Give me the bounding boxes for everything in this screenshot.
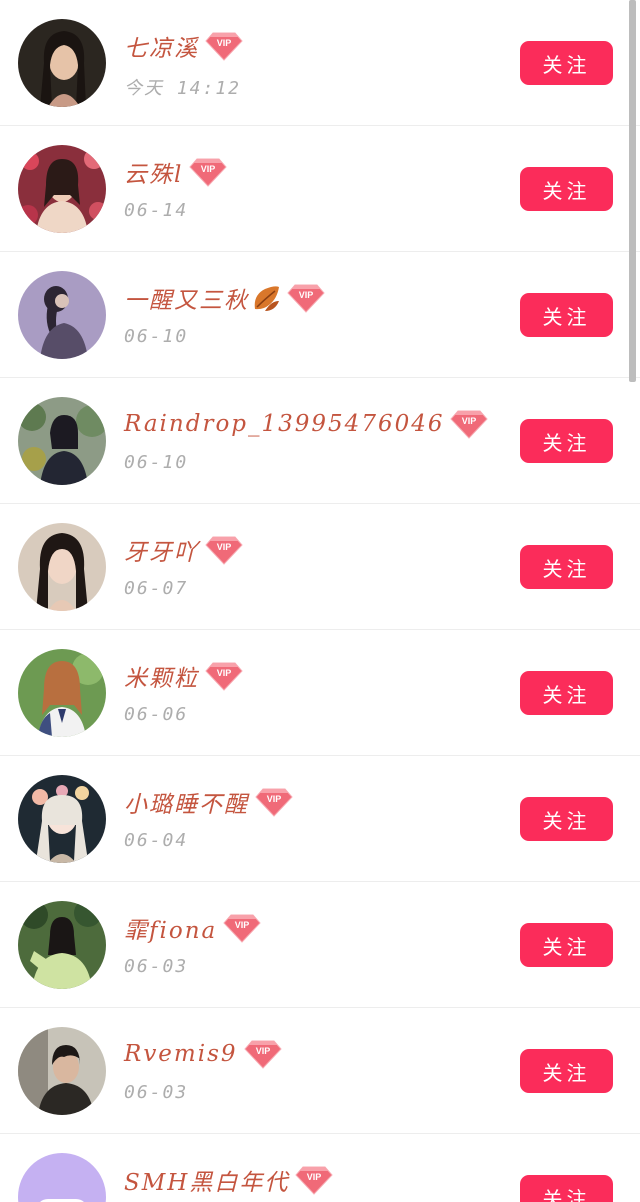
list-item[interactable]: SMH黑白年代 VIP 关注 — [0, 1134, 640, 1202]
user-avatar[interactable] — [18, 901, 106, 989]
name-line: 小璐睡不醒 VIP — [124, 784, 293, 820]
vip-badge-icon: VIP — [450, 409, 489, 439]
scrollbar[interactable] — [629, 0, 636, 382]
vip-badge-icon: VIP — [287, 283, 325, 313]
vip-badge-label: VIP — [217, 542, 232, 552]
name-line: 七凉溪 VIP — [124, 28, 243, 64]
vip-badge-icon: VIP — [243, 1039, 282, 1069]
follow-date: 06-03 — [124, 956, 189, 977]
user-avatar[interactable] — [18, 1153, 106, 1202]
vip-badge-label: VIP — [267, 794, 282, 804]
vip-badge-icon: VIP — [255, 787, 293, 817]
name-line: 云殊l VIP — [124, 154, 228, 190]
follow-button[interactable]: 关注 — [520, 293, 613, 337]
vip-badge-label: VIP — [255, 1046, 270, 1056]
user-name[interactable]: Raindrop_13995476046 — [124, 411, 444, 437]
name-line: Raindrop_13995476046 VIP — [124, 406, 489, 442]
list-item[interactable]: 霏fiona VIP 06-03 关注 — [0, 882, 640, 1008]
follow-button[interactable]: 关注 — [520, 797, 613, 841]
user-avatar[interactable] — [18, 775, 106, 863]
user-avatar[interactable] — [18, 397, 106, 485]
follow-button[interactable]: 关注 — [520, 923, 613, 967]
list-item[interactable]: 米颗粒 VIP 06-06 关注 — [0, 630, 640, 756]
follow-date: 06-10 — [124, 326, 189, 347]
vip-badge-icon: VIP — [205, 31, 243, 61]
vip-badge-icon: VIP — [205, 661, 243, 691]
follow-button[interactable]: 关注 — [520, 671, 613, 715]
vip-badge-label: VIP — [235, 920, 250, 930]
vip-badge-label: VIP — [201, 164, 216, 174]
follow-button[interactable]: 关注 — [520, 167, 613, 211]
list-item[interactable]: 牙牙吖 VIP 06-07 关注 — [0, 504, 640, 630]
user-avatar[interactable] — [18, 145, 106, 233]
list-item[interactable]: Rvemis9 VIP 06-03 关注 — [0, 1008, 640, 1134]
name-line: Rvemis9 VIP — [124, 1036, 282, 1072]
user-avatar[interactable] — [18, 1027, 106, 1115]
vip-badge-icon: VIP — [295, 1165, 334, 1195]
list-item[interactable]: 七凉溪 VIP 今天 14:12 关注 — [0, 0, 640, 126]
user-name[interactable]: 七凉溪 — [124, 29, 199, 63]
list-item[interactable]: Raindrop_13995476046 VIP 06-10 关注 — [0, 378, 640, 504]
name-line: 霏fiona VIP — [124, 910, 261, 946]
user-name[interactable]: 小璐睡不醒 — [124, 785, 249, 819]
list-item[interactable]: 小璐睡不醒 VIP 06-04 关注 — [0, 756, 640, 882]
follow-date: 06-14 — [124, 200, 189, 221]
list-item[interactable]: 云殊l VIP 06-14 关注 — [0, 126, 640, 252]
user-avatar[interactable] — [18, 523, 106, 611]
name-line: SMH黑白年代 VIP — [124, 1162, 334, 1198]
follow-date: 06-06 — [124, 704, 189, 725]
vip-badge-label: VIP — [462, 416, 477, 426]
fallen-leaf-icon — [251, 283, 281, 313]
user-name[interactable]: SMH黑白年代 — [124, 1163, 289, 1197]
follow-button[interactable]: 关注 — [520, 41, 613, 85]
follow-date: 06-10 — [124, 452, 189, 473]
follow-date: 06-03 — [124, 1082, 189, 1103]
name-line: 米颗粒 VIP — [124, 658, 243, 694]
follow-button[interactable]: 关注 — [520, 1049, 613, 1093]
user-avatar[interactable] — [18, 649, 106, 737]
follow-date: 今天 14:12 — [124, 78, 242, 99]
vip-badge-icon: VIP — [189, 157, 228, 187]
user-name[interactable]: 云殊l — [124, 155, 183, 189]
user-name[interactable]: 米颗粒 — [124, 659, 199, 693]
user-name[interactable]: 霏fiona — [124, 911, 217, 945]
vip-badge-label: VIP — [307, 1172, 322, 1182]
follow-button[interactable]: 关注 — [520, 545, 613, 589]
user-avatar[interactable] — [18, 271, 106, 359]
list-item[interactable]: 一醒又三秋 VIP 06-10 关注 — [0, 252, 640, 378]
vip-badge-label: VIP — [217, 38, 232, 48]
follow-button[interactable]: 关注 — [520, 419, 613, 463]
user-name[interactable]: 一醒又三秋 — [124, 281, 249, 315]
user-name[interactable]: Rvemis9 — [124, 1041, 238, 1067]
follow-list: 七凉溪 VIP 今天 14:12 关注 云殊l VIP 06-14 关注 一醒又三秋 VIP 06-… — [0, 0, 640, 1202]
vip-badge-icon: VIP — [205, 535, 243, 565]
vip-badge-icon: VIP — [223, 913, 261, 943]
vip-badge-label: VIP — [299, 290, 314, 300]
user-avatar[interactable] — [18, 19, 106, 107]
user-name[interactable]: 牙牙吖 — [124, 533, 199, 567]
name-line: 牙牙吖 VIP — [124, 532, 243, 568]
vip-badge-label: VIP — [217, 668, 232, 678]
name-line: 一醒又三秋 VIP — [124, 280, 325, 316]
follow-date: 06-04 — [124, 830, 189, 851]
follow-date: 06-07 — [124, 578, 189, 599]
follow-button[interactable]: 关注 — [520, 1175, 613, 1202]
